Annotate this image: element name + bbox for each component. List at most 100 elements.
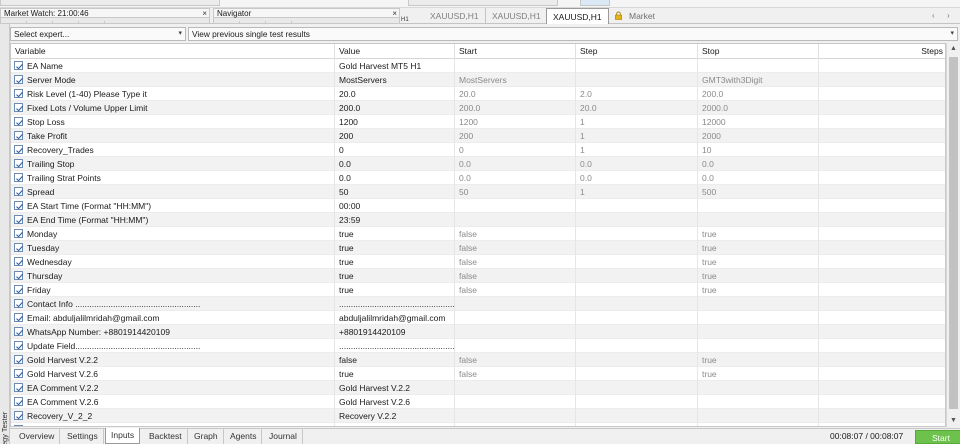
table-row[interactable]: Spread 50 50 1 500: [11, 185, 945, 199]
cell-start[interactable]: [455, 423, 576, 426]
table-row[interactable]: Server Mode MostServers MostServers GMT3wit…: [11, 73, 945, 87]
table-row[interactable]: Email: abduljalilmridah@gmail.com abdulja…: [11, 311, 945, 325]
table-row[interactable]: WhatsApp Number: +8801914420109 +88019144…: [11, 325, 945, 339]
cell-start[interactable]: MostServers: [455, 73, 576, 87]
tab-overview[interactable]: Overview: [14, 429, 61, 444]
table-row[interactable]: Recovery_Trades 0 0 1 10: [11, 143, 945, 157]
cell-val[interactable]: true: [335, 283, 455, 297]
chart-tab-3[interactable]: XAUUSD,H1: [546, 8, 609, 24]
cell-start[interactable]: [455, 339, 576, 353]
vertical-scrollbar[interactable]: ▲ ▼: [946, 43, 960, 427]
tab-backtest[interactable]: Backtest: [144, 429, 188, 444]
column-header-step[interactable]: Step: [576, 44, 698, 59]
scroll-up-icon[interactable]: ▲: [947, 43, 960, 55]
cell-start[interactable]: 200: [455, 129, 576, 143]
table-row[interactable]: Fixed Lots / Volume Upper Limit 200.0 200.…: [11, 101, 945, 115]
table-row[interactable]: Trailing Stop 0.0 0.0 0.0 0.0: [11, 157, 945, 171]
cell-start[interactable]: [455, 297, 576, 311]
previous-results-select[interactable]: View previous single test results ▾: [188, 27, 958, 41]
start-button[interactable]: Start: [915, 430, 960, 444]
cell-val[interactable]: ........................................…: [335, 297, 455, 311]
cell-start[interactable]: false: [455, 227, 576, 241]
cell-stop[interactable]: 0.0: [698, 157, 819, 171]
cell-stop[interactable]: [698, 395, 819, 409]
tab-agents[interactable]: Agents: [225, 429, 263, 444]
cell-val[interactable]: 50: [335, 185, 455, 199]
table-row[interactable]: Stop Loss 1200 1200 1 12000: [11, 115, 945, 129]
cell-val[interactable]: 20.0: [335, 87, 455, 101]
cell-step[interactable]: 1: [576, 129, 698, 143]
table-row[interactable]: Monday true false true: [11, 227, 945, 241]
table-row[interactable]: EA Name Gold Harvest MT5 H1: [11, 59, 945, 73]
cell-step[interactable]: [576, 367, 698, 381]
cell-stop[interactable]: [698, 409, 819, 423]
cell-val[interactable]: 0.0: [335, 171, 455, 185]
cell-step[interactable]: [576, 199, 698, 213]
cell-stop[interactable]: true: [698, 227, 819, 241]
cell-stop[interactable]: 2000.0: [698, 101, 819, 115]
cell-start[interactable]: 0.0: [455, 171, 576, 185]
table-row[interactable]: Trailing Strat Points 0.0 0.0 0.0 0.0: [11, 171, 945, 185]
cell-step[interactable]: [576, 353, 698, 367]
cell-start[interactable]: [455, 199, 576, 213]
cell-start[interactable]: [455, 59, 576, 73]
cell-val[interactable]: +8801914420109: [335, 325, 455, 339]
cell-step[interactable]: [576, 73, 698, 87]
scrollbar-thumb[interactable]: [949, 57, 958, 409]
table-row[interactable]: Recovery_V_2_6Recovery V.2.6: [11, 423, 945, 426]
cell-start[interactable]: [455, 213, 576, 227]
expert-select[interactable]: Select expert... ▾: [10, 27, 186, 41]
cell-val[interactable]: 200: [335, 129, 455, 143]
cell-val[interactable]: true: [335, 227, 455, 241]
cell-val[interactable]: 0.0: [335, 157, 455, 171]
cell-step[interactable]: [576, 241, 698, 255]
table-row[interactable]: Gold Harvest V.2.2 false false true: [11, 353, 945, 367]
cell-step[interactable]: 2.0: [576, 87, 698, 101]
chevron-left-icon[interactable]: ‹: [932, 8, 935, 24]
cell-step[interactable]: [576, 381, 698, 395]
cell-stop[interactable]: 10: [698, 143, 819, 157]
cell-val[interactable]: 200.0: [335, 101, 455, 115]
navigator-panel-title[interactable]: Navigator ×: [213, 8, 400, 18]
table-row[interactable]: Thursday true false true: [11, 269, 945, 283]
cell-val[interactable]: ........................................…: [335, 339, 455, 353]
cell-step[interactable]: [576, 423, 698, 426]
table-row[interactable]: Update Field............................…: [11, 339, 945, 353]
cell-step[interactable]: 0.0: [576, 157, 698, 171]
market-watch-panel-title[interactable]: Market Watch: 21:00:46 ×: [0, 8, 210, 18]
cell-step[interactable]: [576, 255, 698, 269]
cell-step[interactable]: [576, 325, 698, 339]
cell-val[interactable]: true: [335, 367, 455, 381]
scroll-down-icon[interactable]: ▼: [947, 415, 960, 427]
cell-val[interactable]: abduljalilmridah@gmail.com: [335, 311, 455, 325]
cell-val[interactable]: 1200: [335, 115, 455, 129]
table-row[interactable]: EA End Time (Format "HH:MM") 23:59: [11, 213, 945, 227]
cell-step[interactable]: 1: [576, 185, 698, 199]
cell-start[interactable]: [455, 381, 576, 395]
cell-stop[interactable]: [698, 325, 819, 339]
cell-step[interactable]: [576, 339, 698, 353]
cell-stop[interactable]: 500: [698, 185, 819, 199]
market-tab[interactable]: Market: [629, 8, 655, 24]
cell-start[interactable]: false: [455, 269, 576, 283]
cell-stop[interactable]: 12000: [698, 115, 819, 129]
cell-stop[interactable]: true: [698, 367, 819, 381]
table-row[interactable]: Tuesday true false true: [11, 241, 945, 255]
cell-start[interactable]: 50: [455, 185, 576, 199]
cell-stop[interactable]: true: [698, 255, 819, 269]
cell-stop[interactable]: true: [698, 269, 819, 283]
cell-start[interactable]: false: [455, 353, 576, 367]
cell-stop[interactable]: [698, 311, 819, 325]
cell-val[interactable]: false: [335, 353, 455, 367]
cell-val[interactable]: Recovery V.2.6: [335, 423, 455, 426]
cell-start[interactable]: 20.0: [455, 87, 576, 101]
column-header-stop[interactable]: Stop: [698, 44, 819, 59]
cell-stop[interactable]: true: [698, 241, 819, 255]
table-row[interactable]: EA Comment V.2.2 Gold Harvest V.2.2: [11, 381, 945, 395]
cell-step[interactable]: [576, 297, 698, 311]
cell-val[interactable]: Gold Harvest V.2.2: [335, 381, 455, 395]
cell-step[interactable]: [576, 59, 698, 73]
cell-step[interactable]: [576, 311, 698, 325]
cell-step[interactable]: [576, 395, 698, 409]
cell-stop[interactable]: 0.0: [698, 171, 819, 185]
